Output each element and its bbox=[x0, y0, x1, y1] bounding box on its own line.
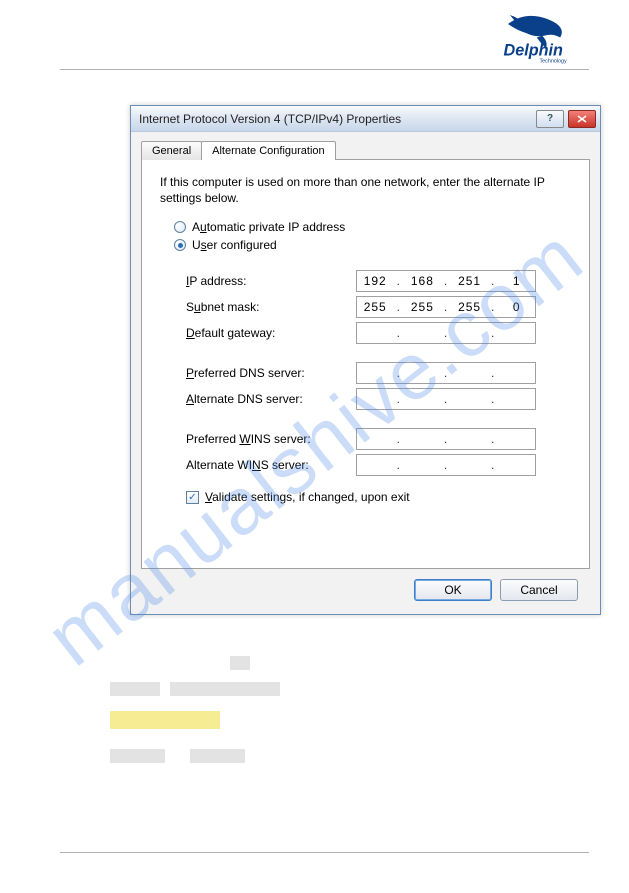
label-awins: Alternate WINS server: bbox=[186, 458, 356, 472]
label-pwins: Preferred WINS server: bbox=[186, 432, 356, 446]
titlebar: Internet Protocol Version 4 (TCP/IPv4) P… bbox=[131, 106, 600, 132]
tab-alternate-configuration[interactable]: Alternate Configuration bbox=[201, 141, 336, 160]
alternate-dns-input[interactable]: . . . bbox=[356, 388, 536, 410]
validate-checkbox-row[interactable]: ✓ Validate settings, if changed, upon ex… bbox=[186, 490, 571, 504]
radio-icon bbox=[174, 239, 186, 251]
alternate-wins-input[interactable]: . . . bbox=[356, 454, 536, 476]
page-footer bbox=[60, 852, 589, 853]
ok-button[interactable]: OK bbox=[414, 579, 492, 601]
preferred-wins-input[interactable]: . . . bbox=[356, 428, 536, 450]
dialog-title: Internet Protocol Version 4 (TCP/IPv4) P… bbox=[139, 112, 532, 126]
tabs: General Alternate Configuration bbox=[141, 141, 590, 160]
redacted-text bbox=[110, 650, 310, 772]
page-header: Delphin Technology bbox=[60, 0, 589, 70]
checkbox-icon: ✓ bbox=[186, 491, 199, 504]
default-gateway-input[interactable]: . . . bbox=[356, 322, 536, 344]
label-adns: Alternate DNS server: bbox=[186, 392, 356, 406]
checkbox-label: Validate settings, if changed, upon exit bbox=[205, 490, 410, 504]
ipv4-properties-dialog: Internet Protocol Version 4 (TCP/IPv4) P… bbox=[130, 105, 601, 615]
radio-label: User configured bbox=[192, 238, 277, 252]
tab-general[interactable]: General bbox=[141, 141, 202, 160]
label-pdns: Preferred DNS server: bbox=[186, 366, 356, 380]
close-button[interactable] bbox=[568, 110, 596, 128]
subnet-mask-input[interactable]: 255. 255. 255. 0 bbox=[356, 296, 536, 318]
label-ip: IP address: bbox=[186, 274, 356, 288]
label-gateway: Default gateway: bbox=[186, 326, 356, 340]
radio-user-configured[interactable]: User configured bbox=[174, 238, 571, 252]
radio-automatic-ip[interactable]: Automatic private IP address bbox=[174, 220, 571, 234]
delphin-logo: Delphin Technology bbox=[499, 10, 589, 65]
tab-panel: If this computer is used on more than on… bbox=[141, 159, 590, 569]
label-subnet: Subnet mask: bbox=[186, 300, 356, 314]
radio-label: Automatic private IP address bbox=[192, 220, 345, 234]
cancel-button[interactable]: Cancel bbox=[500, 579, 578, 601]
preferred-dns-input[interactable]: . . . bbox=[356, 362, 536, 384]
instruction-text: If this computer is used on more than on… bbox=[160, 174, 571, 206]
svg-text:Technology: Technology bbox=[540, 59, 568, 65]
svg-text:Delphin: Delphin bbox=[504, 42, 563, 60]
ip-address-input[interactable]: 192. 168. 251. 1 bbox=[356, 270, 536, 292]
help-button[interactable]: ? bbox=[536, 110, 564, 128]
radio-icon bbox=[174, 221, 186, 233]
